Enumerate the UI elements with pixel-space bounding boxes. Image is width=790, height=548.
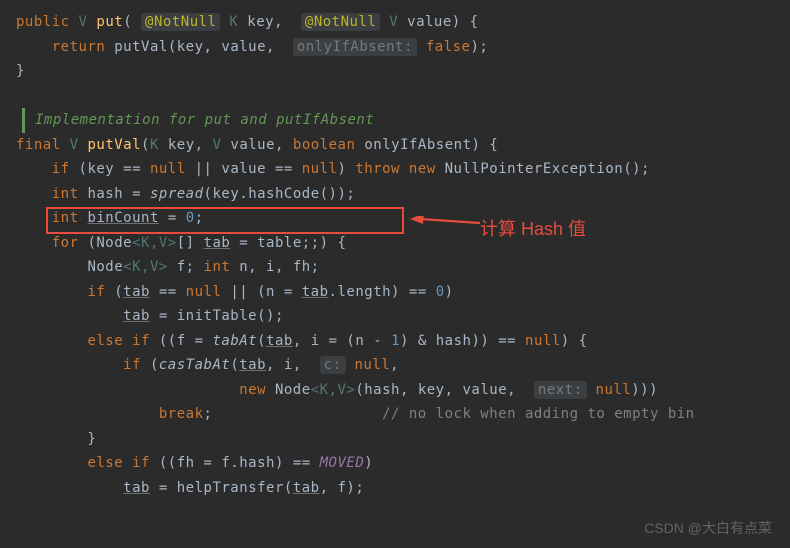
code-editor[interactable]: public V put( @NotNull K key, @NotNull V… (0, 0, 790, 510)
code-line: if (key == null || value == null) throw … (16, 157, 790, 182)
code-line (16, 84, 790, 109)
code-line: else if ((fh = f.hash) == MOVED) (16, 451, 790, 476)
code-line: } (16, 59, 790, 84)
annotation-label: 计算 Hash 值 (480, 215, 586, 241)
code-line: if (casTabAt(tab, i, c: null, (16, 353, 790, 378)
watermark: CSDN @大白有点菜 (644, 518, 772, 538)
code-line: new Node<K,V>(hash, key, value, next: nu… (16, 378, 790, 403)
code-line: final V putVal(K key, V value, boolean o… (16, 133, 790, 158)
code-line: public V put( @NotNull K key, @NotNull V… (16, 10, 790, 35)
code-line: tab = helpTransfer(tab, f); (16, 476, 790, 501)
code-line: else if ((f = tabAt(tab, i = (n - 1) & h… (16, 329, 790, 354)
code-line: return putVal(key, value, onlyIfAbsent: … (16, 35, 790, 60)
code-line: for (Node<K,V>[] tab = table;;) { (16, 231, 790, 256)
doc-comment: Implementation for put and putIfAbsent (22, 108, 790, 133)
code-line: } (16, 427, 790, 452)
code-line: break; // no lock when adding to empty b… (16, 402, 790, 427)
code-line-highlighted: int hash = spread(key.hashCode()); (16, 182, 790, 207)
code-line: tab = initTable(); (16, 304, 790, 329)
code-line: int binCount = 0; (16, 206, 790, 231)
code-line: if (tab == null || (n = tab.length) == 0… (16, 280, 790, 305)
code-line: Node<K,V> f; int n, i, fh; (16, 255, 790, 280)
